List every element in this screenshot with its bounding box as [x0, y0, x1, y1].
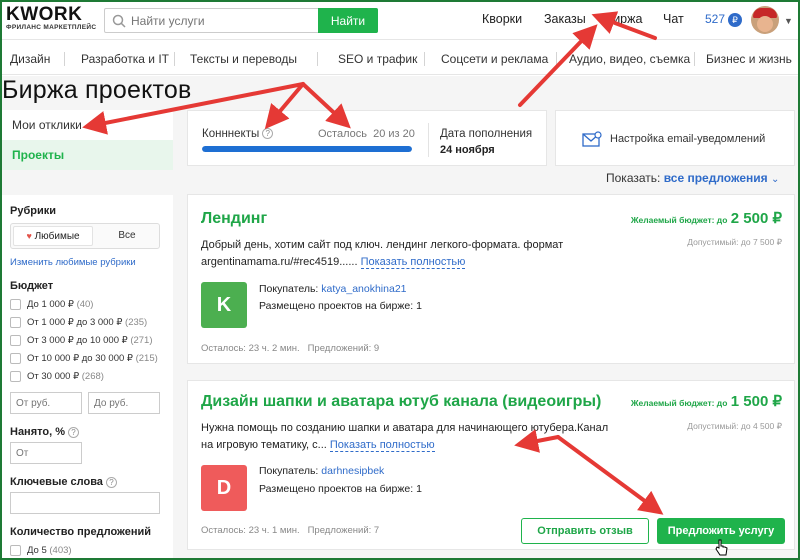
- buyer-info: Покупатель: darhnesipbek: [259, 465, 385, 477]
- buyer-name-link[interactable]: darhnesipbek: [321, 465, 384, 477]
- checkbox[interactable]: [10, 316, 21, 328]
- kwork-logo[interactable]: KWORK ФРИЛАНС МАРКЕТПЛЕЙС: [6, 5, 96, 31]
- budget-range: [10, 392, 163, 414]
- refill-date-label: Дата пополнения: [440, 128, 533, 140]
- budget-option[interactable]: От 30 000 ₽ (268): [10, 368, 163, 386]
- connects-label: Конннекты?: [202, 128, 274, 140]
- rubrics-toggle: ♥ Любимые Все: [10, 223, 160, 249]
- email-settings-label: Настройка email-уведомлений: [610, 133, 766, 145]
- logo-subtitle: ФРИЛАНС МАРКЕТПЛЕЙС: [6, 24, 97, 31]
- project-card: Дизайн шапки и аватара ютуб канала (виде…: [187, 380, 795, 550]
- project-meta: Осталось: 23 ч. 1 мин. Предложений: 7: [201, 525, 380, 536]
- checkbox[interactable]: [10, 352, 21, 364]
- search-icon: [112, 14, 126, 28]
- rubrics-title: Рубрики: [10, 205, 56, 217]
- budget-title: Бюджет: [10, 280, 54, 292]
- search-input[interactable]: [131, 12, 311, 30]
- project-card: Лендинг Желаемый бюджет: до 2 500 ₽ Допу…: [187, 194, 795, 364]
- project-title[interactable]: Дизайн шапки и аватара ютуб канала (виде…: [201, 393, 601, 411]
- progress-fill: [202, 146, 412, 152]
- nav-kworks[interactable]: Кворки: [482, 12, 522, 26]
- project-description: Добрый день, хотим сайт под ключ. лендин…: [201, 239, 564, 269]
- project-budget: Желаемый бюджет: до 2 500 ₽: [630, 210, 782, 227]
- category-item[interactable]: Бизнес и жизнь: [706, 52, 792, 66]
- logo-text: KWORK: [6, 4, 83, 25]
- checkbox[interactable]: [10, 298, 21, 310]
- show-label: Показать:: [606, 171, 661, 185]
- help-icon[interactable]: ?: [67, 426, 79, 438]
- buyer-avatar[interactable]: K: [201, 282, 247, 328]
- hired-input[interactable]: [10, 442, 82, 464]
- favorites-tab[interactable]: ♥ Любимые: [13, 226, 93, 246]
- show-more-link[interactable]: Показать полностью: [360, 256, 466, 269]
- offers-count-title: Количество предложений: [10, 526, 151, 538]
- show-select[interactable]: все предложения: [664, 171, 768, 185]
- email-settings-panel[interactable]: Настройка email-уведомлений: [555, 110, 795, 166]
- budget-option[interactable]: От 1 000 ₽ до 3 000 ₽ (235): [10, 314, 163, 332]
- side-item-projects[interactable]: Проекты: [0, 140, 173, 170]
- category-item[interactable]: Дизайн: [10, 52, 50, 66]
- project-description: Нужна помощь по созданию шапки и аватара…: [201, 422, 609, 452]
- checkbox[interactable]: [10, 544, 21, 556]
- balance[interactable]: 527 ₽: [705, 12, 743, 27]
- budget-from-input[interactable]: [10, 392, 82, 414]
- user-avatar[interactable]: [751, 6, 779, 34]
- favorites-label: Любимые: [34, 231, 80, 242]
- top-header: KWORK ФРИЛАНС МАРКЕТПЛЕЙС Найти Кворки З…: [0, 0, 800, 40]
- project-max-budget: Допустимый: до 4 500 ₽: [687, 421, 782, 431]
- buyer-info: Покупатель: katya_anokhina21: [259, 283, 407, 295]
- chevron-down-icon: ⌄: [770, 174, 780, 185]
- help-icon[interactable]: ?: [262, 128, 274, 140]
- all-tab[interactable]: Все: [97, 226, 157, 246]
- budget-to-input[interactable]: [88, 392, 160, 414]
- category-item[interactable]: Тексты и переводы: [190, 52, 297, 66]
- connects-panel: Конннекты? Осталось 20 из 20 Дата пополн…: [187, 110, 547, 166]
- show-filter[interactable]: Показать: все предложения ⌄: [606, 171, 779, 185]
- balance-value: 527: [705, 12, 726, 26]
- buyer-avatar[interactable]: D: [201, 465, 247, 511]
- buyer-name-link[interactable]: katya_anokhina21: [321, 283, 406, 295]
- nav-orders[interactable]: Заказы: [544, 12, 586, 26]
- category-item[interactable]: Разработка и IT: [81, 52, 169, 66]
- category-item[interactable]: Аудио, видео, съемка: [569, 52, 690, 66]
- filters-panel: Рубрики ♥ Любимые Все Изменить любимые р…: [0, 195, 173, 560]
- connects-remaining: Осталось 20 из 20: [318, 128, 415, 140]
- project-meta: Осталось: 23 ч. 2 мин. Предложений: 9: [201, 343, 380, 354]
- search-box: Найти: [104, 8, 378, 33]
- send-feedback-button[interactable]: Отправить отзыв: [521, 518, 649, 544]
- checkbox[interactable]: [10, 334, 21, 346]
- keywords-input[interactable]: [10, 492, 160, 514]
- hand-cursor-icon: [715, 539, 728, 556]
- category-item[interactable]: SEO и трафик: [338, 52, 417, 66]
- change-rubrics-link[interactable]: Изменить любимые рубрики: [10, 257, 163, 268]
- buyer-posted-count: Размещено проектов на бирже: 1: [259, 483, 422, 495]
- search-button[interactable]: Найти: [318, 8, 378, 33]
- nav-chat[interactable]: Чат: [663, 12, 684, 26]
- offers-option[interactable]: До 5 (403): [10, 542, 163, 560]
- keywords-title: Ключевые слова?: [10, 476, 163, 488]
- project-budget: Желаемый бюджет: до 1 500 ₽: [630, 393, 782, 410]
- help-icon[interactable]: ?: [105, 476, 117, 488]
- chevron-down-icon[interactable]: ▼: [784, 16, 793, 26]
- ruble-icon: ₽: [728, 12, 743, 27]
- budget-option[interactable]: До 1 000 ₽ (40): [10, 296, 163, 314]
- category-item[interactable]: Соцсети и реклама: [441, 52, 548, 66]
- project-title[interactable]: Лендинг: [201, 210, 267, 228]
- side-item-my-responses[interactable]: Мои отклики: [0, 110, 173, 140]
- show-more-link[interactable]: Показать полностью: [329, 439, 435, 452]
- project-max-budget: Допустимый: до 7 500 ₽: [687, 237, 782, 247]
- refill-date-value: 24 ноября: [440, 144, 495, 156]
- side-menu: Мои отклики Проекты: [0, 110, 173, 170]
- budget-option[interactable]: От 3 000 ₽ до 10 000 ₽ (271): [10, 332, 163, 350]
- nav-exchange[interactable]: Биржа: [605, 12, 642, 26]
- buyer-posted-count: Размещено проектов на бирже: 1: [259, 300, 422, 312]
- envelope-icon: [582, 131, 602, 147]
- budget-option[interactable]: От 10 000 ₽ до 30 000 ₽ (215): [10, 350, 163, 368]
- page-title: Биржа проектов: [2, 76, 192, 104]
- checkbox[interactable]: [10, 370, 21, 382]
- connects-progress-bar: [202, 146, 412, 152]
- category-nav: Дизайн Разработка и IT Тексты и переводы…: [0, 41, 800, 75]
- heart-icon: ♥: [26, 231, 32, 241]
- hired-title: Нанято, %?: [10, 426, 163, 438]
